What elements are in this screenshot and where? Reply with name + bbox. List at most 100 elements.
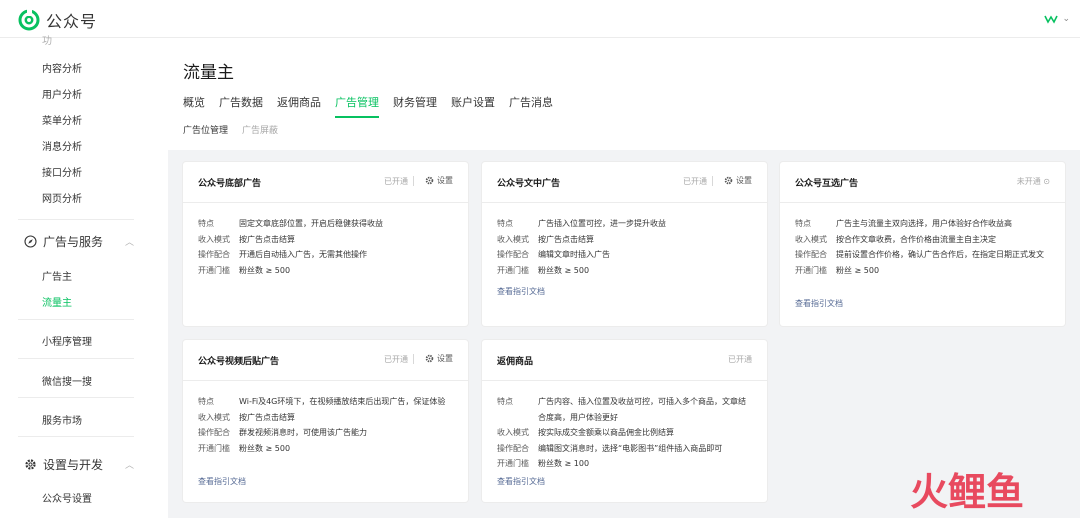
sidebar-divider (18, 358, 134, 359)
guide-doc-link[interactable]: 查看指引文档 (795, 298, 843, 309)
status-badge[interactable]: 未开通 ⊙ (1017, 176, 1050, 187)
detail-row: 收入模式 按广告点击结算 (497, 232, 752, 248)
detail-row: 收入模式 按合作文章收费，合作价格由流量主自主决定 (795, 232, 1050, 248)
gear-icon (724, 176, 733, 185)
guide-doc-link[interactable]: 查看指引文档 (198, 476, 246, 487)
sidebar-item-miniprogram[interactable]: 小程序管理 (42, 333, 92, 348)
sidebar-group-settings-dev[interactable]: 设置与开发 ︿ (24, 456, 134, 473)
detail-key: 开通门槛 (198, 443, 230, 453)
tab-finance[interactable]: 财务管理 (393, 94, 437, 118)
card-title: 公众号底部广告 (198, 179, 262, 189)
detail-value: 广告内容、插入位置及收益可控，可插入多个商品，文章结合度高，用户体验更好 (538, 397, 746, 422)
compass-icon (24, 235, 37, 248)
settings-button[interactable]: 设置 (425, 175, 453, 186)
sidebar-item-web-analysis[interactable]: 网页分析 (42, 190, 82, 205)
card-header: 公众号互选广告 未开通 ⊙ (780, 162, 1065, 203)
subtab-ad-slot-management[interactable]: 广告位管理 (183, 123, 228, 136)
gear-icon (425, 354, 434, 363)
detail-key: 开通门槛 (497, 265, 529, 275)
card-details: 特点 广告插入位置可控，进一步提升收益 收入模式 按广告点击结算 操作配合 编辑文章时… (497, 216, 752, 278)
detail-row: 操作配合 提前设置合作价格，确认广告合作后，在指定日期正式发文 (795, 247, 1050, 263)
card-header: 返佣商品 已开通 (482, 340, 767, 381)
card-title: 返佣商品 (497, 357, 534, 367)
tab-ad-data[interactable]: 广告数据 (219, 94, 263, 118)
ad-card-video-post-roll: 公众号视频后贴广告 已开通 设置 特点 Wi-Fi及4G环境下，在视频播放结束后出… (183, 340, 468, 502)
detail-value: 按实际成交金额乘以商品佣金比例结算 (538, 428, 674, 437)
detail-value: 固定文章底部位置，开启后稳健获得收益 (239, 219, 383, 228)
detail-row: 收入模式 按广告点击结算 (198, 410, 453, 426)
detail-key: 开通门槛 (497, 459, 529, 468)
detail-value: 按广告点击结算 (538, 234, 594, 244)
sidebar-item-partial[interactable]: 功 (42, 32, 52, 47)
subtab-ad-blocking[interactable]: 广告屏蔽 (242, 123, 278, 136)
detail-key: 收入模式 (795, 234, 827, 244)
detail-value: Wi-Fi及4G环境下，在视频播放结束后出现广告，保证体验 (239, 397, 446, 406)
settings-label: 设置 (437, 354, 453, 363)
detail-key: 开通门槛 (795, 265, 827, 275)
tab-commission-goods[interactable]: 返佣商品 (277, 94, 321, 118)
settings-label: 设置 (437, 176, 453, 185)
sidebar-item-message-analysis[interactable]: 消息分析 (42, 138, 82, 153)
detail-value: 开通后自动插入广告，无需其他操作 (239, 250, 367, 259)
detail-value: 广告主与流量主双向选择，用户体验好合作收益高 (836, 219, 1012, 228)
tab-ad-messages[interactable]: 广告消息 (509, 94, 553, 118)
sidebar-divider (18, 436, 134, 437)
sidebar-item-advertiser[interactable]: 广告主 (42, 268, 72, 283)
detail-row: 收入模式 按实际成交金额乘以商品佣金比例结算 (497, 425, 752, 441)
detail-row: 操作配合 编辑文章时插入广告 (497, 247, 752, 263)
detail-row: 特点 广告主与流量主双向选择，用户体验好合作收益高 (795, 216, 1050, 232)
sidebar-group-ads-services[interactable]: 广告与服务 ︿ (24, 233, 134, 250)
detail-value: 粉丝数 ≥ 500 (239, 265, 291, 275)
top-bar: 公众号 ⌄ (0, 0, 1080, 38)
detail-value: 粉丝数 ≥ 500 (538, 265, 590, 275)
sidebar-item-wechat-search[interactable]: 微信搜一搜 (42, 373, 92, 388)
detail-row: 特点 广告内容、插入位置及收益可控，可插入多个商品，文章结合度高，用户体验更好 (497, 394, 752, 425)
sidebar-item-user-analysis[interactable]: 用户分析 (42, 86, 82, 101)
detail-value: 按广告点击结算 (239, 412, 295, 422)
detail-row: 特点 固定文章底部位置，开启后稳健获得收益 (198, 216, 453, 232)
sidebar-item-menu-analysis[interactable]: 菜单分析 (42, 112, 82, 127)
watermark-logo: 火鲤鱼 (910, 472, 1024, 512)
detail-key: 操作配合 (795, 250, 827, 259)
main-content: 流量主 概览 广告数据 返佣商品 广告管理 财务管理 账户设置 广告消息 广告位… (148, 38, 1080, 518)
card-details: 特点 Wi-Fi及4G环境下，在视频播放结束后出现广告，保证体验 收入模式 按广告点… (198, 394, 453, 456)
sidebar-item-content-analysis[interactable]: 内容分析 (42, 60, 82, 75)
sidebar-item-api-analysis[interactable]: 接口分析 (42, 164, 82, 179)
detail-value: 广告插入位置可控，进一步提升收益 (538, 219, 666, 228)
detail-value: 粉丝 ≥ 500 (836, 265, 880, 275)
chevron-up-icon: ︿ (124, 461, 134, 471)
account-menu[interactable]: ⌄ (1044, 14, 1070, 24)
gear-icon (425, 176, 434, 185)
tab-bar: 概览 广告数据 返佣商品 广告管理 财务管理 账户设置 广告消息 (183, 94, 553, 118)
detail-row: 操作配合 群发视频消息时，可使用该广告能力 (198, 425, 453, 441)
sidebar-item-service-market[interactable]: 服务市场 (42, 412, 82, 427)
detail-row: 开通门槛 粉丝数 ≥ 100 (497, 456, 752, 472)
card-details: 特点 广告内容、插入位置及收益可控，可插入多个商品，文章结合度高，用户体验更好 收… (497, 394, 752, 472)
svg-text:火鲤鱼: 火鲤鱼 (910, 472, 1024, 512)
tab-ad-management[interactable]: 广告管理 (335, 94, 379, 118)
detail-key: 特点 (497, 219, 513, 228)
card-details: 特点 广告主与流量主双向选择，用户体验好合作收益高 收入模式 按合作文章收费，合作价… (795, 216, 1050, 278)
guide-doc-link[interactable]: 查看指引文档 (497, 476, 545, 487)
detail-key: 特点 (198, 219, 214, 228)
detail-key: 收入模式 (198, 412, 230, 422)
settings-button[interactable]: 设置 (425, 353, 453, 364)
detail-row: 特点 广告插入位置可控，进一步提升收益 (497, 216, 752, 232)
card-title: 公众号文中广告 (497, 179, 561, 189)
detail-value: 按广告点击结算 (239, 234, 295, 244)
status-badge: 已开通 (683, 177, 707, 186)
detail-key: 操作配合 (198, 250, 230, 259)
sidebar-item-publisher[interactable]: 流量主 (42, 294, 72, 309)
gear-icon (25, 459, 36, 470)
card-header: 公众号视频后贴广告 已开通 设置 (183, 340, 468, 381)
ad-card-bottom: 公众号底部广告 已开通 设置 特点 固定文章底部位置，开启后稳健获得收益 收入模式… (183, 162, 468, 326)
sidebar: 功 内容分析 用户分析 菜单分析 消息分析 接口分析 网页分析 广告与服务 ︿ … (0, 36, 148, 518)
settings-button[interactable]: 设置 (724, 175, 752, 186)
detail-key: 特点 (497, 397, 513, 406)
app-logo[interactable]: 公众号 (18, 8, 97, 32)
guide-doc-link[interactable]: 查看指引文档 (497, 286, 545, 297)
tab-account-settings[interactable]: 账户设置 (451, 94, 495, 118)
sidebar-item-account-settings[interactable]: 公众号设置 (42, 490, 92, 505)
tab-overview[interactable]: 概览 (183, 94, 205, 118)
header-divider (413, 354, 414, 364)
